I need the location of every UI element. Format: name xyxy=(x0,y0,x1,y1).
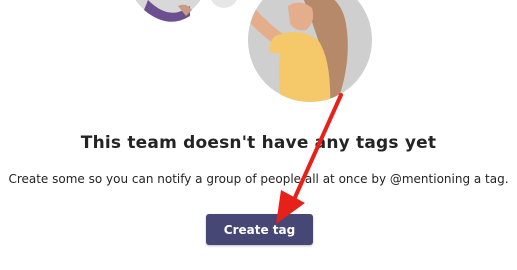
empty-state-description: Create some so you can notify a group of… xyxy=(8,172,509,186)
tags-empty-state: This team doesn't have any tags yet Crea… xyxy=(0,0,517,270)
right-person-circle xyxy=(248,0,372,102)
small-circle xyxy=(211,0,237,8)
people-illustration xyxy=(135,0,372,102)
left-person-circle xyxy=(135,0,201,22)
create-tag-button[interactable]: Create tag xyxy=(206,214,313,245)
empty-state-title: This team doesn't have any tags yet xyxy=(80,133,437,153)
